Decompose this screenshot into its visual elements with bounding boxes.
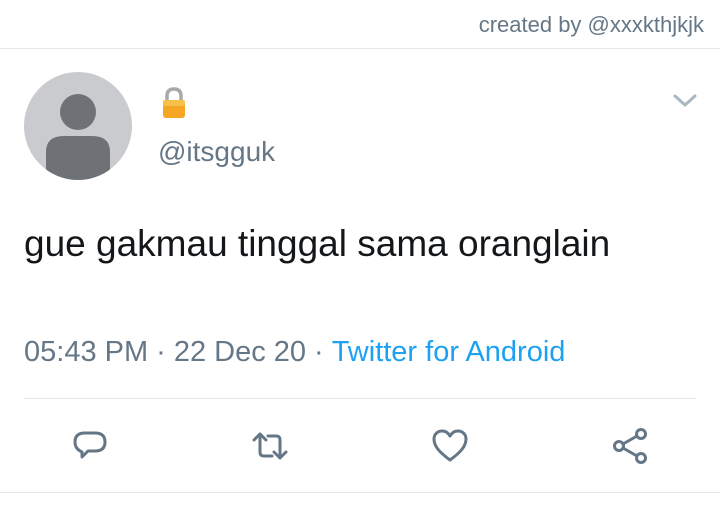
actions-divider: [24, 398, 696, 399]
share-icon: [613, 428, 647, 464]
tweet-time: 05:43 PM: [24, 336, 149, 368]
like-icon: [432, 429, 468, 462]
reply-button[interactable]: [64, 420, 116, 472]
bottom-divider: [0, 492, 720, 493]
default-avatar-icon: [46, 94, 110, 180]
chevron-down-icon[interactable]: [672, 92, 698, 110]
avatar[interactable]: [24, 72, 132, 180]
user-handle[interactable]: @itsgguk: [158, 136, 275, 168]
tweet-source-link[interactable]: Twitter for Android: [332, 336, 566, 368]
meta-separator: ·: [314, 336, 324, 368]
share-button[interactable]: [604, 420, 656, 472]
tweet-date: 22 Dec 20: [173, 336, 307, 368]
top-divider: [0, 48, 720, 49]
tweet-actions: [0, 420, 720, 472]
like-button[interactable]: [424, 420, 476, 472]
lock-icon: [158, 86, 190, 120]
tweet-text: gue gakmau tinggal sama oranglain: [24, 223, 611, 264]
creator-credit: created by @xxxkthjkjk: [478, 12, 704, 37]
reply-icon: [73, 431, 107, 459]
retweet-icon: [252, 432, 288, 460]
retweet-button[interactable]: [244, 420, 296, 472]
tweet-meta: 05:43 PM · 22 Dec 20 · Twitter for Android: [24, 336, 565, 369]
meta-separator: ·: [156, 336, 166, 368]
